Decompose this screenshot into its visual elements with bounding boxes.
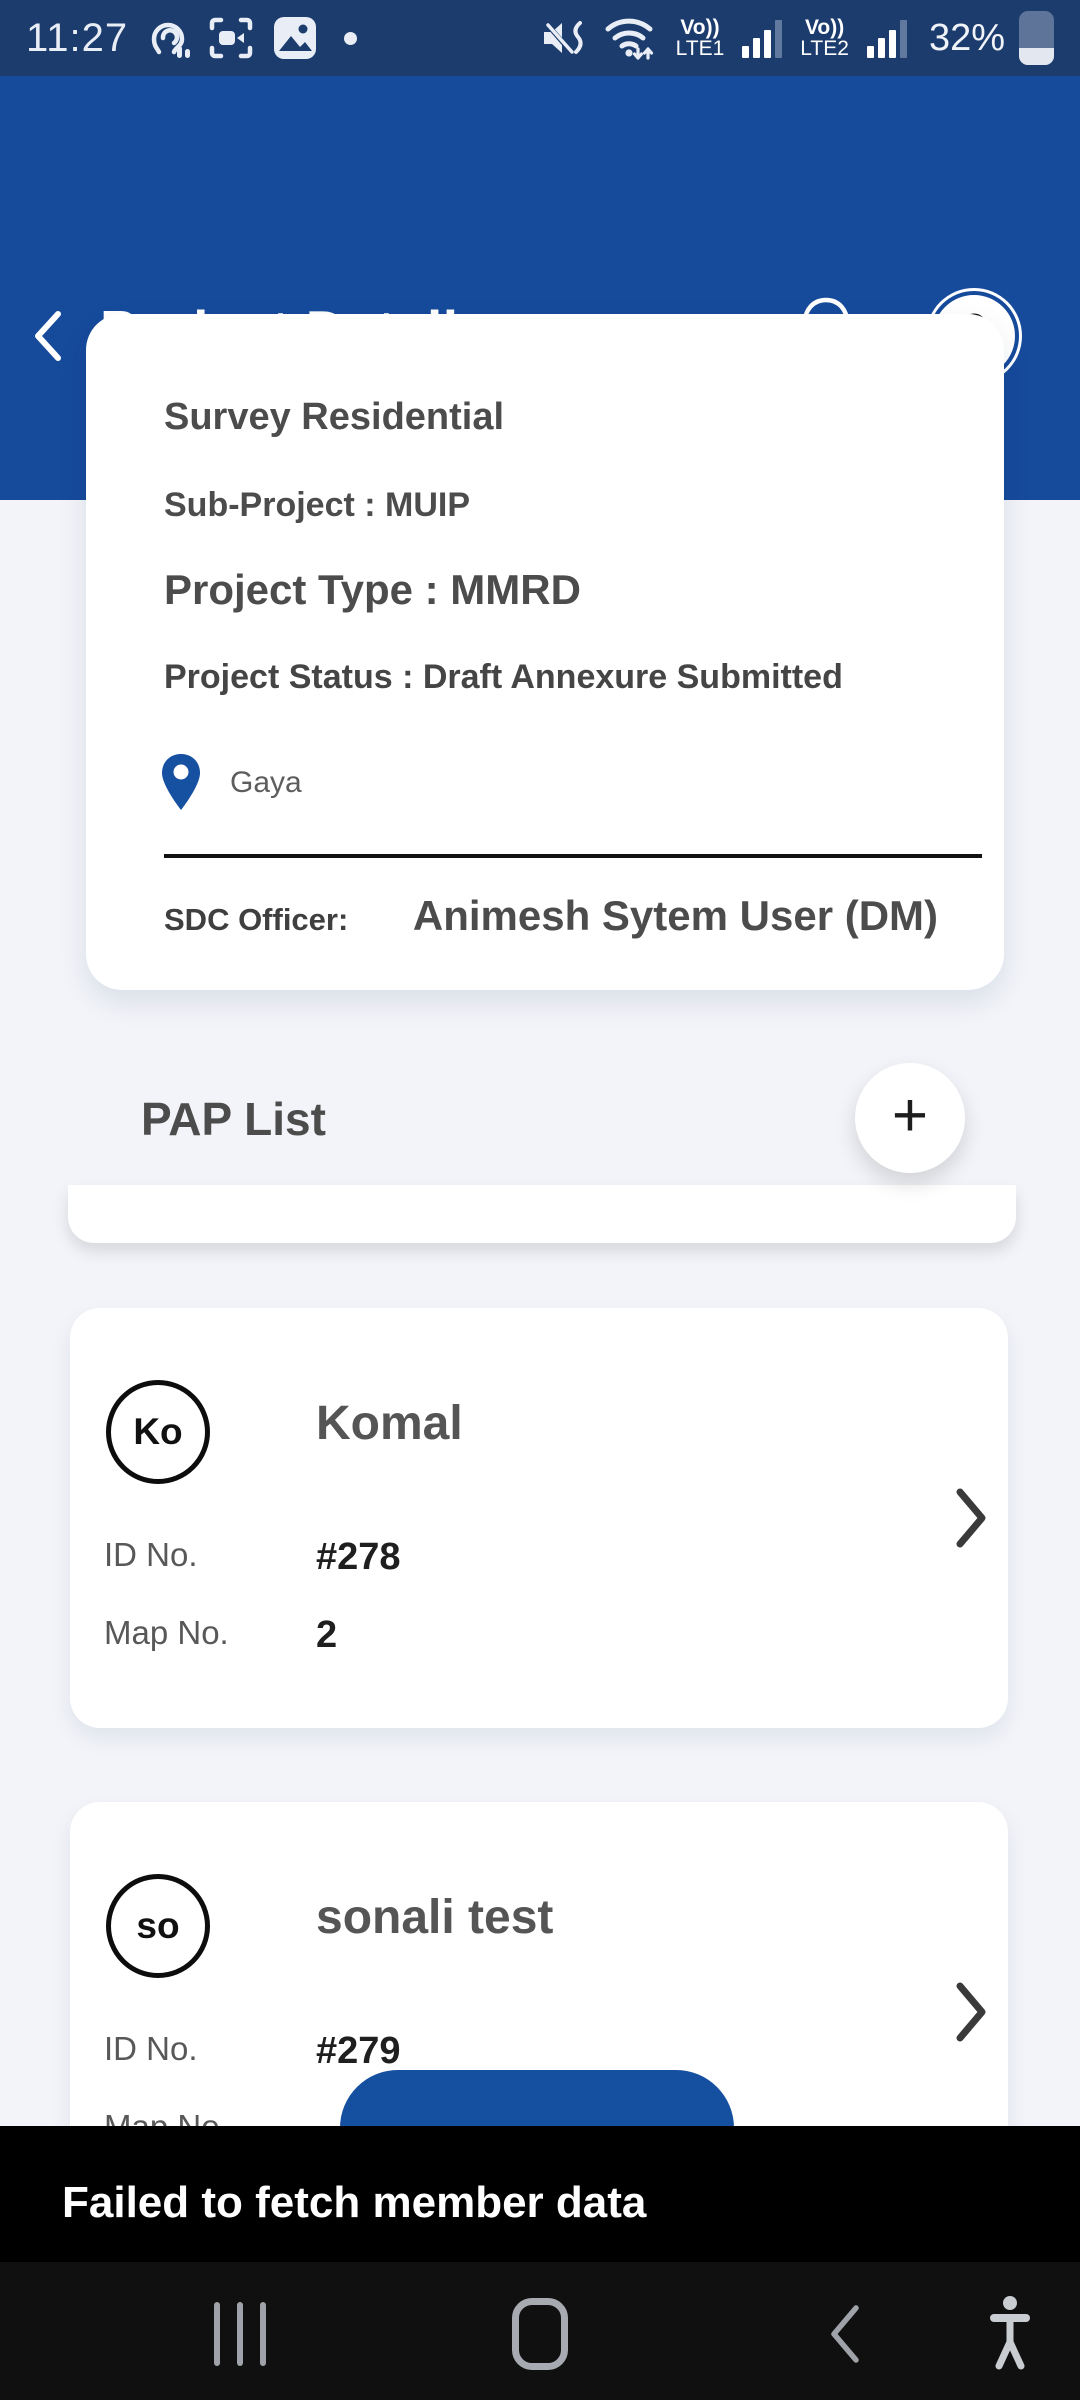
- project-status: Project Status : Draft Annexure Submitte…: [164, 658, 843, 697]
- divider: [164, 854, 982, 858]
- hearing-icon: [146, 16, 190, 60]
- phone-screen: 11:27: [0, 0, 1080, 2400]
- sdc-officer-label: SDC Officer:: [164, 902, 348, 938]
- add-pap-button[interactable]: +: [855, 1063, 965, 1173]
- sdc-officer-value: Animesh Sytem User (DM): [413, 892, 938, 940]
- network-1-label: Vo)) LTE1: [676, 17, 725, 59]
- project-name: Survey Residential: [164, 396, 504, 439]
- network-2-label: Vo)) LTE2: [800, 17, 849, 59]
- mute-vibrate-icon: [540, 15, 588, 61]
- gallery-icon: [272, 15, 318, 61]
- pap-list-title: PAP List: [141, 1092, 326, 1146]
- status-bar-right: Vo)) LTE1 Vo)) LTE2 32%: [540, 11, 1054, 65]
- map-value: 2: [316, 1614, 337, 1657]
- member-name: sonali test: [316, 1890, 553, 1945]
- home-icon[interactable]: [512, 2298, 568, 2370]
- clock: 11:27: [26, 16, 128, 61]
- screen-record-icon: [208, 16, 254, 60]
- status-bar: 11:27: [0, 0, 1080, 76]
- chevron-right-icon[interactable]: [948, 1978, 994, 2046]
- battery-percent: 32%: [929, 17, 1005, 60]
- member-name: Komal: [316, 1396, 463, 1451]
- system-nav-bar: [0, 2262, 1080, 2400]
- status-bar-left: 11:27: [26, 15, 357, 61]
- map-label: Map No.: [104, 1614, 229, 1652]
- location-row: Gaya: [158, 752, 302, 814]
- back-button[interactable]: [22, 304, 74, 368]
- wifi-icon: [602, 13, 658, 63]
- member-initials-avatar: Ko: [106, 1380, 210, 1484]
- sub-project: Sub-Project : MUIP: [164, 486, 470, 525]
- id-value: #279: [316, 2030, 401, 2073]
- member-initials-avatar: so: [106, 1874, 210, 1978]
- battery-icon: [1019, 11, 1054, 65]
- project-details-card: Survey Residential Sub-Project : MUIP Pr…: [86, 314, 1004, 990]
- chevron-right-icon[interactable]: [948, 1484, 994, 1552]
- id-label: ID No.: [104, 1536, 198, 1574]
- id-value: #278: [316, 1536, 401, 1579]
- recents-icon[interactable]: [214, 2302, 266, 2366]
- notification-dot-icon: [344, 32, 357, 45]
- plus-icon: +: [892, 1085, 928, 1147]
- signal-bars-icon-1: [742, 18, 782, 58]
- scrolled-card-remnant: [68, 1185, 1016, 1243]
- signal-bars-icon-2: [867, 18, 907, 58]
- id-label: ID No.: [104, 2030, 198, 2068]
- back-icon[interactable]: [824, 2302, 866, 2366]
- accessibility-icon[interactable]: [978, 2294, 1042, 2370]
- location-pin-icon: [158, 752, 204, 814]
- project-type: Project Type : MMRD: [164, 566, 581, 614]
- pap-member-card[interactable]: Ko Komal ID No. #278 Map No. 2: [70, 1308, 1008, 1728]
- toast-text: Failed to fetch member data: [62, 2178, 646, 2228]
- sdc-officer-row: SDC Officer: Animesh Sytem User (DM): [164, 892, 938, 940]
- location-name: Gaya: [230, 766, 302, 800]
